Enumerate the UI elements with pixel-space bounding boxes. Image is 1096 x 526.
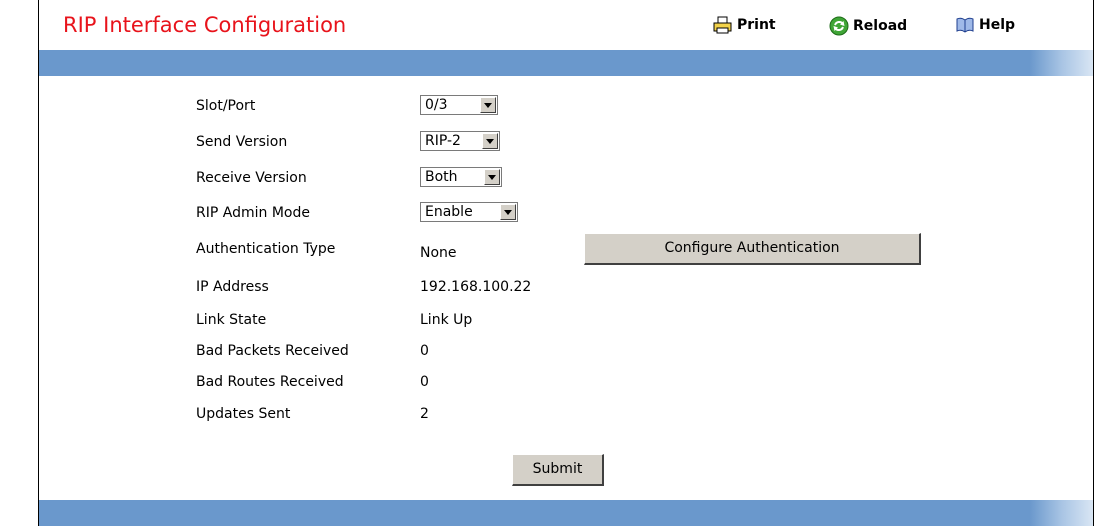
help-label: Help bbox=[979, 17, 1016, 33]
help-link[interactable]: Help bbox=[955, 16, 1015, 34]
page-title: RIP Interface Configuration bbox=[63, 13, 347, 37]
chevron-down-icon bbox=[500, 204, 516, 220]
slot-port-value: 0/3 bbox=[425, 97, 448, 113]
ip-address-label: IP Address bbox=[196, 279, 269, 295]
reload-label: Reload bbox=[853, 18, 908, 34]
send-version-value: RIP-2 bbox=[425, 133, 461, 149]
bad-routes-value: 0 bbox=[420, 374, 429, 390]
link-state-label: Link State bbox=[196, 312, 267, 328]
receive-version-label: Receive Version bbox=[196, 170, 307, 186]
link-state-value: Link Up bbox=[420, 312, 473, 328]
admin-mode-label: RIP Admin Mode bbox=[196, 205, 310, 221]
page-header: RIP Interface Configuration Print Reload… bbox=[39, 0, 1093, 50]
print-label: Print bbox=[737, 17, 776, 33]
receive-version-select[interactable]: Both bbox=[420, 167, 502, 187]
chevron-down-icon bbox=[480, 97, 496, 113]
help-book-icon bbox=[955, 16, 975, 34]
print-link[interactable]: Print bbox=[713, 16, 776, 34]
submit-button[interactable]: Submit bbox=[512, 454, 604, 486]
updates-sent-value: 2 bbox=[420, 406, 429, 422]
admin-mode-select[interactable]: Enable bbox=[420, 202, 518, 222]
auth-type-label: Authentication Type bbox=[196, 241, 336, 257]
chevron-down-icon bbox=[484, 169, 500, 185]
top-divider-bar bbox=[39, 50, 1093, 76]
send-version-select[interactable]: RIP-2 bbox=[420, 131, 500, 151]
send-version-label: Send Version bbox=[196, 134, 288, 150]
ip-address-value: 192.168.100.22 bbox=[420, 279, 532, 295]
reload-link[interactable]: Reload bbox=[829, 16, 907, 36]
configure-authentication-button[interactable]: Configure Authentication bbox=[584, 233, 921, 265]
bottom-divider-bar bbox=[39, 500, 1093, 526]
content-frame: RIP Interface Configuration Print Reload… bbox=[38, 0, 1094, 526]
printer-icon bbox=[713, 16, 733, 34]
reload-icon bbox=[829, 16, 849, 36]
auth-type-value: None bbox=[420, 245, 457, 261]
slot-port-label: Slot/Port bbox=[196, 98, 256, 114]
admin-mode-value: Enable bbox=[425, 204, 473, 220]
bad-packets-value: 0 bbox=[420, 343, 429, 359]
bad-routes-label: Bad Routes Received bbox=[196, 374, 344, 390]
chevron-down-icon bbox=[482, 133, 498, 149]
slot-port-select[interactable]: 0/3 bbox=[420, 95, 498, 115]
updates-sent-label: Updates Sent bbox=[196, 406, 291, 422]
receive-version-value: Both bbox=[425, 169, 458, 185]
bad-packets-label: Bad Packets Received bbox=[196, 343, 349, 359]
